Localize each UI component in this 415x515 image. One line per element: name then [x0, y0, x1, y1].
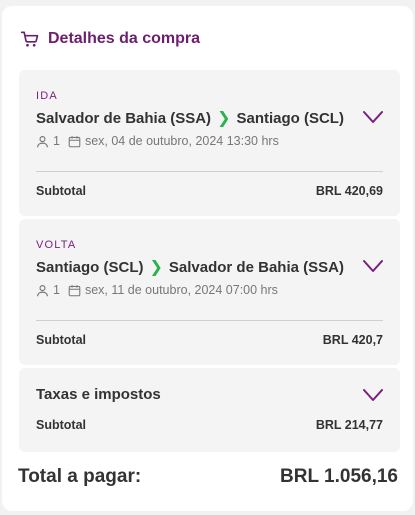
taxes-section: Taxas e impostos Subtotal BRL 214,77 [19, 368, 400, 452]
origin: Santiago (SCL) [36, 258, 144, 276]
route: Salvador de Bahia (SSA) ❯ Santiago (SCL) [36, 108, 344, 128]
subtotal-value: BRL 420,69 [315, 184, 383, 198]
divider [36, 320, 383, 321]
flight-datetime: sex, 04 de outubro, 2024 13:30 hrs [84, 134, 279, 148]
chevron-down-icon[interactable] [362, 386, 384, 404]
passenger-icon [37, 135, 48, 147]
flight-datetime: sex, 11 de outubro, 2024 07:00 hrs [84, 283, 278, 297]
origin: Salvador de Bahia (SSA) [36, 109, 212, 127]
passenger-count: 1 [53, 283, 60, 297]
calendar-icon [68, 284, 81, 296]
purchase-details-header: Detalhes da compra [20, 26, 200, 52]
cart-icon [20, 31, 39, 47]
subtotal-label: Subtotal [36, 418, 86, 432]
divider [36, 171, 383, 172]
taxes-label: Taxas e impostos [36, 386, 161, 403]
subtotal-label: Subtotal [36, 184, 86, 198]
route-arrow-icon: ❯ [217, 110, 231, 127]
route-arrow-icon: ❯ [149, 259, 163, 276]
destination: Santiago (SCL) [236, 109, 344, 127]
calendar-icon [68, 135, 81, 147]
purchase-details-card: Detalhes da compra IDA Salvador de Bahia… [2, 6, 413, 511]
passenger-count: 1 [53, 134, 60, 148]
chevron-down-icon[interactable] [362, 257, 384, 275]
flight-meta: 1 sex, 04 de outubro, 2024 13:30 hrs [36, 134, 279, 148]
passenger-icon [37, 284, 48, 296]
subtotal-value: BRL 420,7 [322, 333, 383, 347]
flight-segment-outbound: IDA Salvador de Bahia (SSA) ❯ Santiago (… [19, 70, 400, 216]
destination: Salvador de Bahia (SSA) [168, 258, 344, 276]
subtotal-value: BRL 214,77 [315, 418, 383, 432]
chevron-down-icon[interactable] [362, 108, 384, 126]
total-label: Total a pagar: [18, 466, 142, 487]
route: Santiago (SCL) ❯ Salvador de Bahia (SSA) [36, 257, 344, 277]
flight-meta: 1 sex, 11 de outubro, 2024 07:00 hrs [36, 283, 278, 297]
page-title: Detalhes da compra [48, 30, 201, 47]
flight-segment-return: VOLTA Santiago (SCL) ❯ Salvador de Bahia… [19, 219, 400, 365]
direction-label: IDA [36, 90, 58, 102]
total-value: BRL 1.056,16 [280, 466, 398, 487]
direction-label: VOLTA [36, 239, 77, 251]
subtotal-label: Subtotal [36, 333, 86, 347]
